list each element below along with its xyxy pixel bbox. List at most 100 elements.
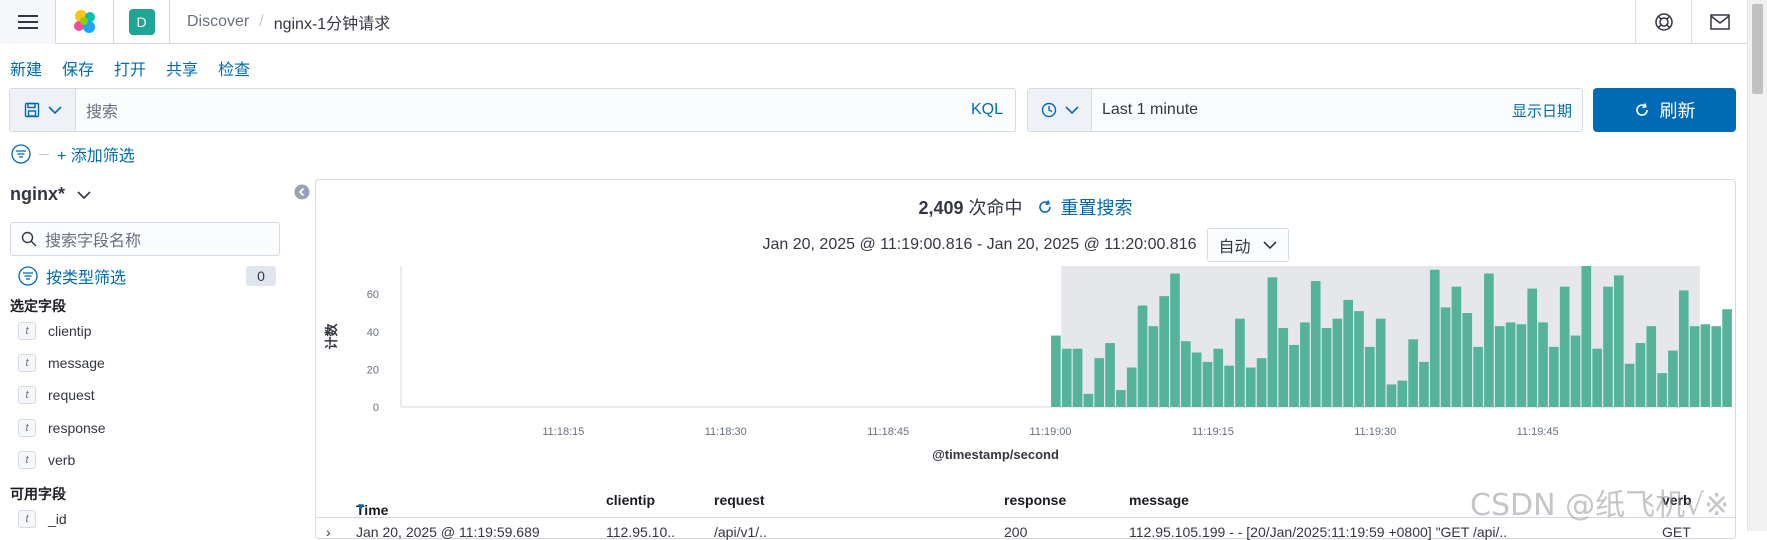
page-scrollbar[interactable] bbox=[1747, 0, 1767, 531]
x-tick-label: 11:19:30 bbox=[1354, 426, 1396, 438]
share-button[interactable]: 共享 bbox=[166, 56, 198, 80]
filter-options-icon[interactable] bbox=[11, 144, 31, 164]
interval-select[interactable]: 自动 bbox=[1206, 228, 1289, 262]
help-button[interactable] bbox=[1635, 0, 1691, 44]
histogram-bar bbox=[1505, 322, 1516, 407]
query-language-switcher[interactable]: KQL bbox=[971, 101, 1015, 119]
cell-response: 200 bbox=[1004, 524, 1028, 540]
histogram-bar bbox=[1267, 277, 1278, 407]
main-menu-button[interactable] bbox=[0, 0, 56, 44]
selected-fields-title: 选定字段 bbox=[10, 298, 66, 314]
histogram-bar bbox=[1473, 346, 1483, 407]
histogram-bar bbox=[1256, 358, 1267, 407]
chevron-down-icon bbox=[47, 106, 62, 115]
index-pattern-name: nginx* bbox=[10, 184, 66, 204]
histogram-bar bbox=[1375, 318, 1386, 407]
hits-summary: 2,409 次命中 重置搜索 bbox=[316, 194, 1735, 220]
histogram-bar bbox=[1624, 363, 1635, 407]
time-range-display[interactable]: Last 1 minute bbox=[1092, 101, 1512, 119]
histogram-bar bbox=[1397, 380, 1408, 407]
filter-bar: + 添加筛选 bbox=[11, 142, 135, 166]
breadcrumb-current: nginx-1分钟请求 bbox=[273, 15, 391, 33]
elastic-logo[interactable] bbox=[56, 0, 114, 44]
field-item-message[interactable]: t message bbox=[18, 354, 105, 372]
histogram-bar bbox=[1191, 352, 1202, 407]
y-tick-label: 0 bbox=[373, 402, 379, 414]
field-name: _id bbox=[48, 511, 67, 527]
newsfeed-button[interactable] bbox=[1691, 0, 1747, 44]
histogram-bar bbox=[1451, 286, 1462, 407]
time-range-text: Jan 20, 2025 @ 11:19:00.816 - Jan 20, 20… bbox=[762, 236, 1197, 253]
histogram-bar bbox=[1462, 313, 1473, 407]
x-tick-label: 11:19:15 bbox=[1192, 426, 1234, 438]
histogram-bar bbox=[1202, 361, 1213, 407]
index-pattern-selector[interactable]: nginx* bbox=[10, 184, 91, 205]
histogram-bar bbox=[1289, 344, 1299, 407]
field-item-id[interactable]: t _id bbox=[18, 510, 67, 528]
histogram-bar bbox=[1181, 341, 1191, 407]
arrow-left-icon bbox=[294, 184, 310, 200]
x-axis-label: @timestamp/second bbox=[932, 447, 1059, 462]
field-name: message bbox=[48, 355, 105, 371]
histogram-bar bbox=[1722, 309, 1732, 407]
elastic-logo-icon bbox=[73, 9, 95, 33]
filter-by-type-label: 按类型筛选 bbox=[46, 270, 127, 287]
open-button[interactable]: 打开 bbox=[114, 56, 146, 80]
refresh-button[interactable]: 刷新 bbox=[1593, 88, 1736, 132]
scrollbar-thumb[interactable] bbox=[1752, 4, 1763, 94]
histogram-bar bbox=[1581, 266, 1592, 407]
expand-row-icon[interactable]: › bbox=[326, 524, 331, 540]
reset-search-button[interactable]: 重置搜索 bbox=[1037, 194, 1133, 220]
search-input[interactable]: 搜索 bbox=[76, 98, 971, 122]
x-tick-label: 11:18:15 bbox=[542, 426, 584, 438]
string-type-icon: t bbox=[18, 419, 36, 437]
new-button[interactable]: 新建 bbox=[10, 56, 42, 80]
column-header-message[interactable]: message bbox=[1129, 492, 1189, 508]
column-header-response[interactable]: response bbox=[1004, 492, 1066, 508]
histogram-bar bbox=[1549, 346, 1559, 407]
histogram-bar bbox=[1559, 286, 1570, 407]
field-item-response[interactable]: t response bbox=[18, 419, 106, 437]
histogram-bar bbox=[1105, 343, 1115, 407]
histogram-bar bbox=[1083, 393, 1094, 407]
column-header-request[interactable]: request bbox=[714, 492, 765, 508]
breadcrumb-discover[interactable]: Discover bbox=[187, 13, 249, 31]
histogram-bar bbox=[1148, 326, 1159, 407]
string-type-icon: t bbox=[18, 510, 36, 528]
filter-by-type-button[interactable]: 按类型筛选 0 bbox=[18, 264, 276, 288]
y-tick-label: 60 bbox=[367, 289, 379, 301]
time-range-row: Jan 20, 2025 @ 11:19:00.816 - Jan 20, 20… bbox=[316, 228, 1735, 262]
histogram-bar bbox=[1419, 361, 1429, 407]
column-header-clientip[interactable]: clientip bbox=[606, 492, 655, 508]
saved-query-button[interactable] bbox=[10, 89, 76, 131]
space-avatar: D bbox=[128, 8, 155, 35]
top-navigation-bar: D Discover / nginx-1分钟请求 bbox=[0, 0, 1747, 44]
add-filter-button[interactable]: + 添加筛选 bbox=[57, 142, 135, 166]
histogram-bar bbox=[1072, 348, 1083, 407]
histogram-bar bbox=[1689, 326, 1700, 407]
collapse-sidebar-button[interactable] bbox=[294, 184, 310, 205]
histogram-chart: 0 20 40 60 计数 11:18:15 11:18:30 11:18:45 11:19:0… bbox=[324, 266, 1732, 462]
histogram-bar bbox=[1224, 365, 1234, 407]
histogram-bar bbox=[1300, 322, 1310, 407]
space-selector[interactable]: D bbox=[114, 0, 170, 44]
field-search-input[interactable]: 搜索字段名称 bbox=[10, 222, 280, 256]
field-item-verb[interactable]: t verb bbox=[18, 451, 75, 469]
field-item-clientip[interactable]: t clientip bbox=[18, 322, 92, 340]
histogram-bar bbox=[1116, 390, 1126, 407]
histogram-bar bbox=[1603, 286, 1613, 407]
histogram-bar bbox=[1354, 311, 1364, 407]
field-search-placeholder: 搜索字段名称 bbox=[45, 233, 142, 250]
refresh-label: 刷新 bbox=[1659, 101, 1696, 121]
show-dates-link[interactable]: 显示日期 bbox=[1512, 100, 1582, 121]
histogram-bar bbox=[1051, 335, 1061, 407]
refresh-icon bbox=[1635, 103, 1648, 116]
x-tick-label: 11:19:45 bbox=[1517, 426, 1559, 438]
inspect-button[interactable]: 检查 bbox=[218, 56, 250, 80]
save-button[interactable]: 保存 bbox=[62, 56, 94, 80]
cell-clientip: 112.95.10.. bbox=[606, 524, 676, 540]
histogram-bar bbox=[1494, 326, 1505, 407]
histogram-bar bbox=[1170, 273, 1180, 407]
field-item-request[interactable]: t request bbox=[18, 386, 95, 404]
quick-select-button[interactable] bbox=[1028, 89, 1092, 131]
